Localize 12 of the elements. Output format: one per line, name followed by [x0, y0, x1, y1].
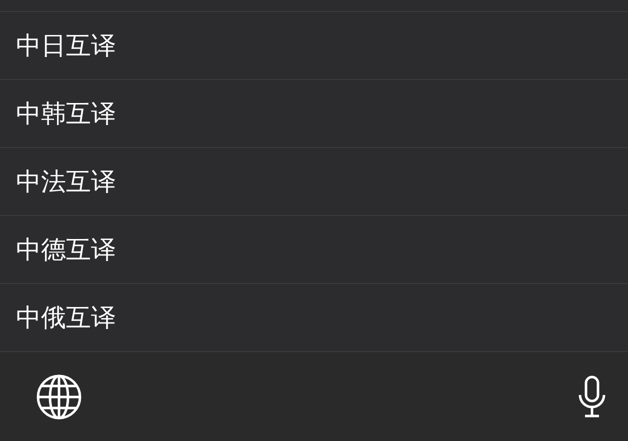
language-item[interactable]: 中韩互译 [0, 80, 628, 148]
language-label: 中法互译 [16, 166, 116, 198]
language-label: 中日互译 [16, 30, 116, 62]
language-label: 中韩互译 [16, 98, 116, 130]
language-item[interactable]: 中德互译 [0, 216, 628, 284]
globe-icon[interactable] [36, 374, 82, 420]
microphone-icon[interactable] [576, 375, 608, 419]
language-label: 中德互译 [16, 234, 116, 266]
language-item[interactable]: 中法互译 [0, 148, 628, 216]
language-label: 中俄互译 [16, 302, 116, 334]
language-item[interactable]: 中俄互译 [0, 284, 628, 352]
language-item[interactable]: 中日互译 [0, 12, 628, 80]
